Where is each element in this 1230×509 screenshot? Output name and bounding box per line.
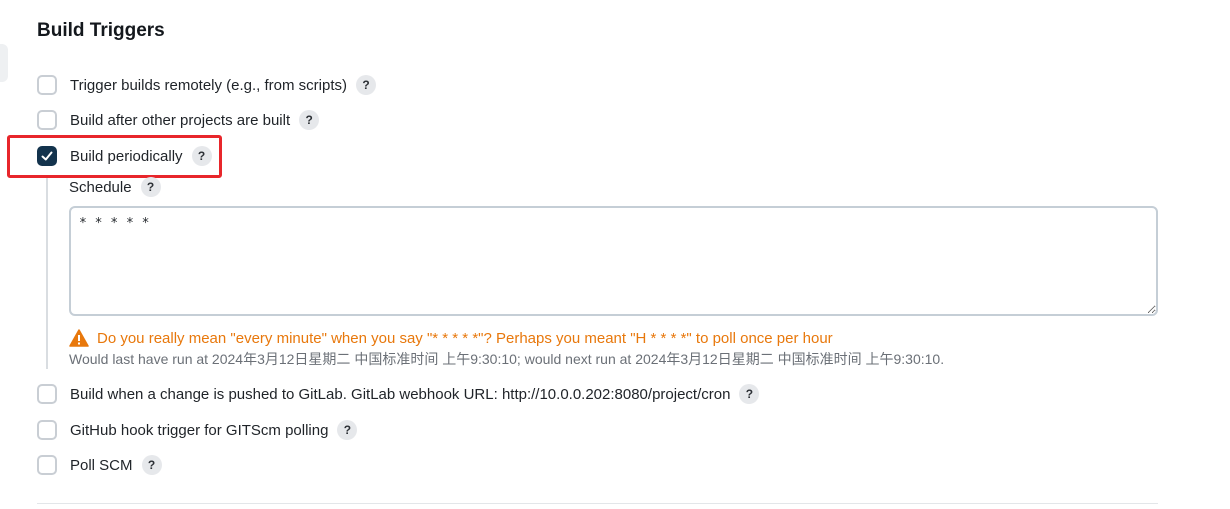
trigger-github-checkbox[interactable] [37,420,57,440]
side-tab [0,44,8,82]
schedule-label-row: Schedule ? [69,176,161,198]
warning-triangle-icon [69,329,89,347]
trigger-gitlab-label[interactable]: Build when a change is pushed to GitLab.… [70,386,730,403]
help-icon[interactable]: ? [140,177,161,197]
trigger-poll-scm-row[interactable]: Poll SCM ? [37,453,162,477]
section-divider [37,503,1158,504]
trigger-after-other-label[interactable]: Build after other projects are built [70,112,290,129]
trigger-poll-scm-label[interactable]: Poll SCM [70,457,133,474]
trigger-github-row[interactable]: GitHub hook trigger for GITScm polling ? [37,418,358,442]
trigger-after-other-checkbox[interactable] [37,110,57,130]
schedule-warning: Do you really mean "every minute" when y… [69,328,833,348]
help-icon[interactable]: ? [739,384,760,404]
trigger-gitlab-row[interactable]: Build when a change is pushed to GitLab.… [37,382,760,406]
trigger-after-other-row[interactable]: Build after other projects are built ? [37,108,320,132]
trigger-remote-row[interactable]: Trigger builds remotely (e.g., from scri… [37,73,377,97]
trigger-poll-scm-checkbox[interactable] [37,455,57,475]
warning-text: Do you really mean "every minute" when y… [97,329,833,347]
trigger-github-label[interactable]: GitHub hook trigger for GITScm polling [70,422,328,439]
nested-section-bar [46,178,48,369]
trigger-remote-checkbox[interactable] [37,75,57,95]
help-icon[interactable]: ? [299,110,320,130]
run-info-text: Would last have run at 2024年3月12日星期二 中国标… [69,351,945,367]
schedule-label: Schedule [69,178,132,196]
help-icon[interactable]: ? [141,455,162,475]
section-title: Build Triggers [37,20,165,41]
help-icon[interactable]: ? [337,420,358,440]
trigger-remote-label[interactable]: Trigger builds remotely (e.g., from scri… [70,77,347,94]
schedule-input[interactable] [69,206,1158,316]
help-icon[interactable]: ? [356,75,377,95]
trigger-gitlab-checkbox[interactable] [37,384,57,404]
highlight-box [7,135,222,178]
